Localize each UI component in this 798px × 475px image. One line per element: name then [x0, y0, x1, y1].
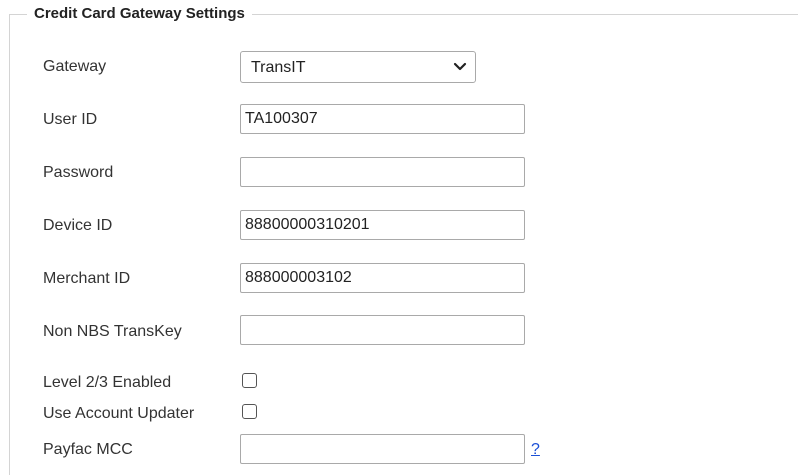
level-23-enabled-checkbox[interactable]: [242, 373, 257, 388]
payfac-mcc-label: Payfac MCC: [43, 441, 133, 458]
user-id-input[interactable]: [240, 104, 525, 134]
gateway-label: Gateway: [43, 58, 107, 75]
user-id-label: User ID: [43, 111, 98, 128]
gateway-select[interactable]: TransIT: [240, 51, 476, 83]
password-input[interactable]: [240, 157, 525, 187]
section-legend: Credit Card Gateway Settings: [27, 5, 252, 23]
device-id-label: Device ID: [43, 217, 113, 234]
use-account-updater-checkbox[interactable]: [242, 404, 257, 419]
gateway-select-value: TransIT: [251, 59, 306, 76]
payfac-mcc-help-link[interactable]: ?: [531, 440, 540, 460]
use-account-updater-label: Use Account Updater: [43, 405, 195, 422]
merchant-id-input[interactable]: [240, 263, 525, 293]
non-nbs-transkey-label: Non NBS TransKey: [43, 323, 182, 340]
chevron-down-icon: [453, 62, 467, 71]
payfac-mcc-input[interactable]: [240, 434, 525, 464]
device-id-input[interactable]: [240, 210, 525, 240]
password-label: Password: [43, 164, 114, 181]
non-nbs-transkey-input[interactable]: [240, 315, 525, 345]
merchant-id-label: Merchant ID: [43, 270, 131, 287]
level-23-enabled-label: Level 2/3 Enabled: [43, 374, 172, 391]
